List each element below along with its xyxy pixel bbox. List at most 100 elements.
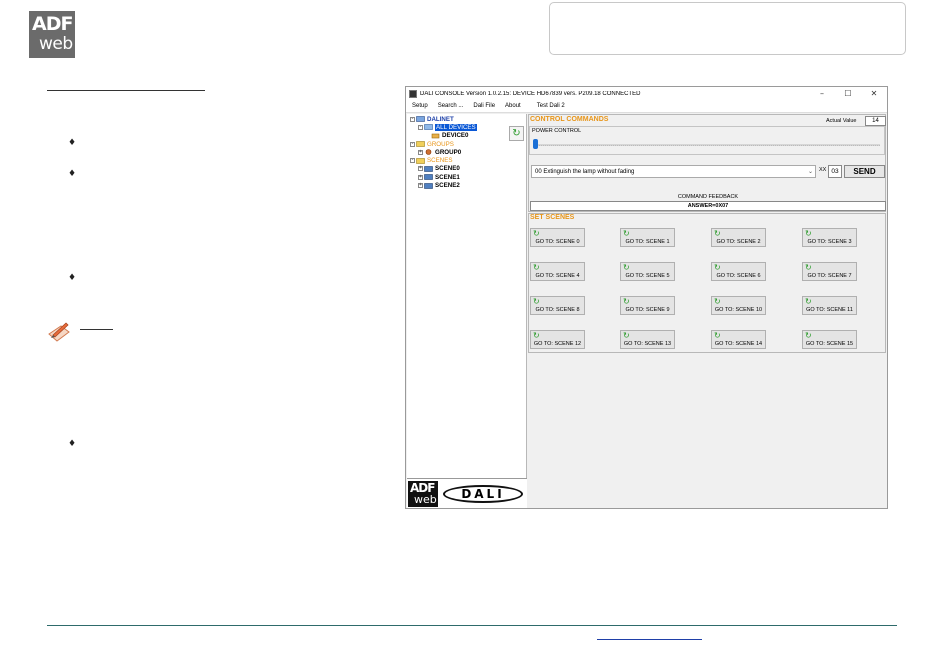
refresh-icon: ↻ bbox=[714, 297, 721, 306]
power-control-label: POWER CONTROL bbox=[532, 128, 582, 134]
expand-icon[interactable]: + bbox=[418, 166, 423, 172]
scene-button-label: GO TO: SCENE 6 bbox=[716, 273, 761, 279]
scene-button-2[interactable]: ↻ GO TO: SCENE 2 bbox=[711, 228, 766, 247]
section-underline bbox=[47, 90, 205, 91]
scene-button-0[interactable]: ↻ GO TO: SCENE 0 bbox=[530, 228, 585, 247]
scene-button-8[interactable]: ↻ GO TO: SCENE 8 bbox=[530, 296, 585, 315]
menu-search[interactable]: Search ... bbox=[438, 103, 464, 109]
tree-label: DEVICE0 bbox=[442, 132, 469, 140]
bullet-icon: ♦ bbox=[68, 439, 77, 449]
scene-button-7[interactable]: ↻ GO TO: SCENE 7 bbox=[802, 262, 857, 281]
network-icon bbox=[416, 116, 425, 122]
set-scenes-panel: SET SCENES ↻ GO TO: SCENE 0 ↻ GO TO: SCENE … bbox=[528, 213, 886, 353]
scene-button-11[interactable]: ↻ GO TO: SCENE 11 bbox=[802, 296, 857, 315]
refresh-icon: ↻ bbox=[805, 331, 812, 340]
set-scenes-heading: SET SCENES bbox=[530, 214, 575, 221]
scene-button-label: GO TO: SCENE 9 bbox=[625, 307, 670, 313]
refresh-icon: ↻ bbox=[714, 263, 721, 272]
tree-node-scene0[interactable]: + SCENE0 bbox=[410, 165, 477, 173]
scene-icon bbox=[424, 182, 433, 189]
refresh-icon: ↻ bbox=[623, 229, 630, 238]
folder-icon bbox=[416, 157, 425, 164]
scene-icon bbox=[424, 166, 433, 172]
refresh-icon: ↻ bbox=[805, 229, 812, 238]
collapse-icon[interactable]: - bbox=[410, 116, 415, 122]
devices-icon bbox=[424, 124, 433, 131]
tree-label: SCENE0 bbox=[435, 165, 460, 173]
scene-button-10[interactable]: ↻ GO TO: SCENE 10 bbox=[711, 296, 766, 315]
empty-workspace bbox=[528, 354, 886, 508]
tree-label: SCENE1 bbox=[435, 173, 460, 181]
window-title: DALI CONSOLE Version 1.0.2.15: DEVICE HD… bbox=[420, 90, 641, 97]
adf-web-logo: ADF web bbox=[29, 11, 75, 58]
scene-button-12[interactable]: ↻ GO TO: SCENE 12 bbox=[530, 330, 585, 349]
scene-button-label: GO TO: SCENE 11 bbox=[806, 307, 853, 313]
tree-node-scene2[interactable]: + SCENE2 bbox=[410, 181, 477, 189]
expand-icon[interactable]: + bbox=[418, 149, 423, 155]
folder-icon bbox=[416, 141, 425, 147]
tree-node-dalinet[interactable]: - DALINET bbox=[410, 115, 477, 123]
xx-label: XX bbox=[819, 167, 827, 173]
tree-node-scenes[interactable]: - SCENES bbox=[410, 156, 477, 164]
expand-icon[interactable]: + bbox=[418, 183, 423, 189]
bullet-icon: ♦ bbox=[68, 138, 77, 148]
maximize-button[interactable]: ☐ bbox=[835, 87, 861, 100]
refresh-icon: ↻ bbox=[533, 263, 540, 272]
refresh-icon: ↻ bbox=[623, 331, 630, 340]
menu-setup[interactable]: Setup bbox=[412, 103, 428, 109]
refresh-icon: ↻ bbox=[805, 297, 812, 306]
document-page: ADF web ♦ ♦ ♦ ♦ DALI CONSOLE Version 1.0… bbox=[0, 0, 950, 659]
dali-console-window: DALI CONSOLE Version 1.0.2.15: DEVICE HD… bbox=[405, 86, 888, 509]
tree-node-groups[interactable]: - GROUPS bbox=[410, 140, 477, 148]
scene-button-3[interactable]: ↻ GO TO: SCENE 3 bbox=[802, 228, 857, 247]
minimize-button[interactable]: – bbox=[809, 87, 835, 100]
scene-button-13[interactable]: ↻ GO TO: SCENE 13 bbox=[620, 330, 675, 349]
scene-button-5[interactable]: ↻ GO TO: SCENE 5 bbox=[620, 262, 675, 281]
menu-bar: Setup Search ... Dali File About Test Da… bbox=[406, 100, 887, 113]
scene-button-4[interactable]: ↻ GO TO: SCENE 4 bbox=[530, 262, 585, 281]
scene-button-9[interactable]: ↻ GO TO: SCENE 9 bbox=[620, 296, 675, 315]
scene-button-label: GO TO: SCENE 8 bbox=[535, 307, 580, 313]
tree-label: GROUP0 bbox=[435, 148, 462, 156]
collapse-icon[interactable]: - bbox=[410, 158, 415, 164]
tree-node-device0[interactable]: DEVICE0 bbox=[410, 132, 477, 140]
refresh-icon: ↻ bbox=[623, 263, 630, 272]
command-dropdown-value: 00 Extinguish the lamp without fading bbox=[535, 169, 635, 175]
bullet-icon: ♦ bbox=[68, 169, 77, 179]
menu-about[interactable]: About bbox=[505, 103, 521, 109]
command-dropdown[interactable]: 00 Extinguish the lamp without fading ⌄ bbox=[531, 165, 816, 178]
expand-icon[interactable]: + bbox=[418, 174, 423, 180]
scene-button-label: GO TO: SCENE 7 bbox=[807, 273, 852, 279]
scene-button-label: GO TO: SCENE 12 bbox=[533, 341, 582, 347]
tree-label: DALINET bbox=[427, 115, 454, 123]
scene-button-label: GO TO: SCENE 2 bbox=[716, 239, 761, 245]
power-slider-thumb[interactable] bbox=[533, 139, 538, 149]
scene-button-label: GO TO: SCENE 13 bbox=[623, 341, 672, 347]
scene-button-14[interactable]: ↻ GO TO: SCENE 14 bbox=[711, 330, 766, 349]
tree-label: GROUPS bbox=[427, 140, 454, 148]
tree-node-group0[interactable]: + GROUP0 bbox=[410, 148, 477, 156]
collapse-icon[interactable]: - bbox=[418, 124, 423, 130]
refresh-icon: ↻ bbox=[623, 297, 630, 306]
note-underline bbox=[80, 329, 113, 330]
scene-button-label: GO TO: SCENE 15 bbox=[805, 341, 854, 347]
xx-input[interactable]: 03 bbox=[828, 165, 842, 178]
refresh-button[interactable]: ↻ bbox=[509, 126, 524, 141]
close-button[interactable]: ✕ bbox=[861, 87, 887, 100]
send-button[interactable]: SEND bbox=[844, 165, 885, 178]
scene-button-1[interactable]: ↻ GO TO: SCENE 1 bbox=[620, 228, 675, 247]
scene-button-label: GO TO: SCENE 3 bbox=[807, 239, 852, 245]
group-icon bbox=[425, 149, 432, 156]
header-info-box bbox=[549, 2, 906, 55]
tree-node-scene1[interactable]: + SCENE1 bbox=[410, 173, 477, 181]
refresh-icon: ↻ bbox=[533, 297, 540, 306]
control-commands-heading: CONTROL COMMANDS bbox=[530, 116, 609, 123]
menu-test-dali-2[interactable]: Test Dali 2 bbox=[537, 103, 565, 109]
scene-button-6[interactable]: ↻ GO TO: SCENE 6 bbox=[711, 262, 766, 281]
scene-button-15[interactable]: ↻ GO TO: SCENE 15 bbox=[802, 330, 857, 349]
collapse-icon[interactable]: - bbox=[410, 141, 415, 147]
power-slider-track[interactable] bbox=[534, 144, 880, 146]
tree-node-all-devices[interactable]: - ALL DEVICES bbox=[410, 123, 477, 131]
footer-link-underline[interactable] bbox=[597, 639, 702, 640]
menu-dali-file[interactable]: Dali File bbox=[473, 103, 495, 109]
